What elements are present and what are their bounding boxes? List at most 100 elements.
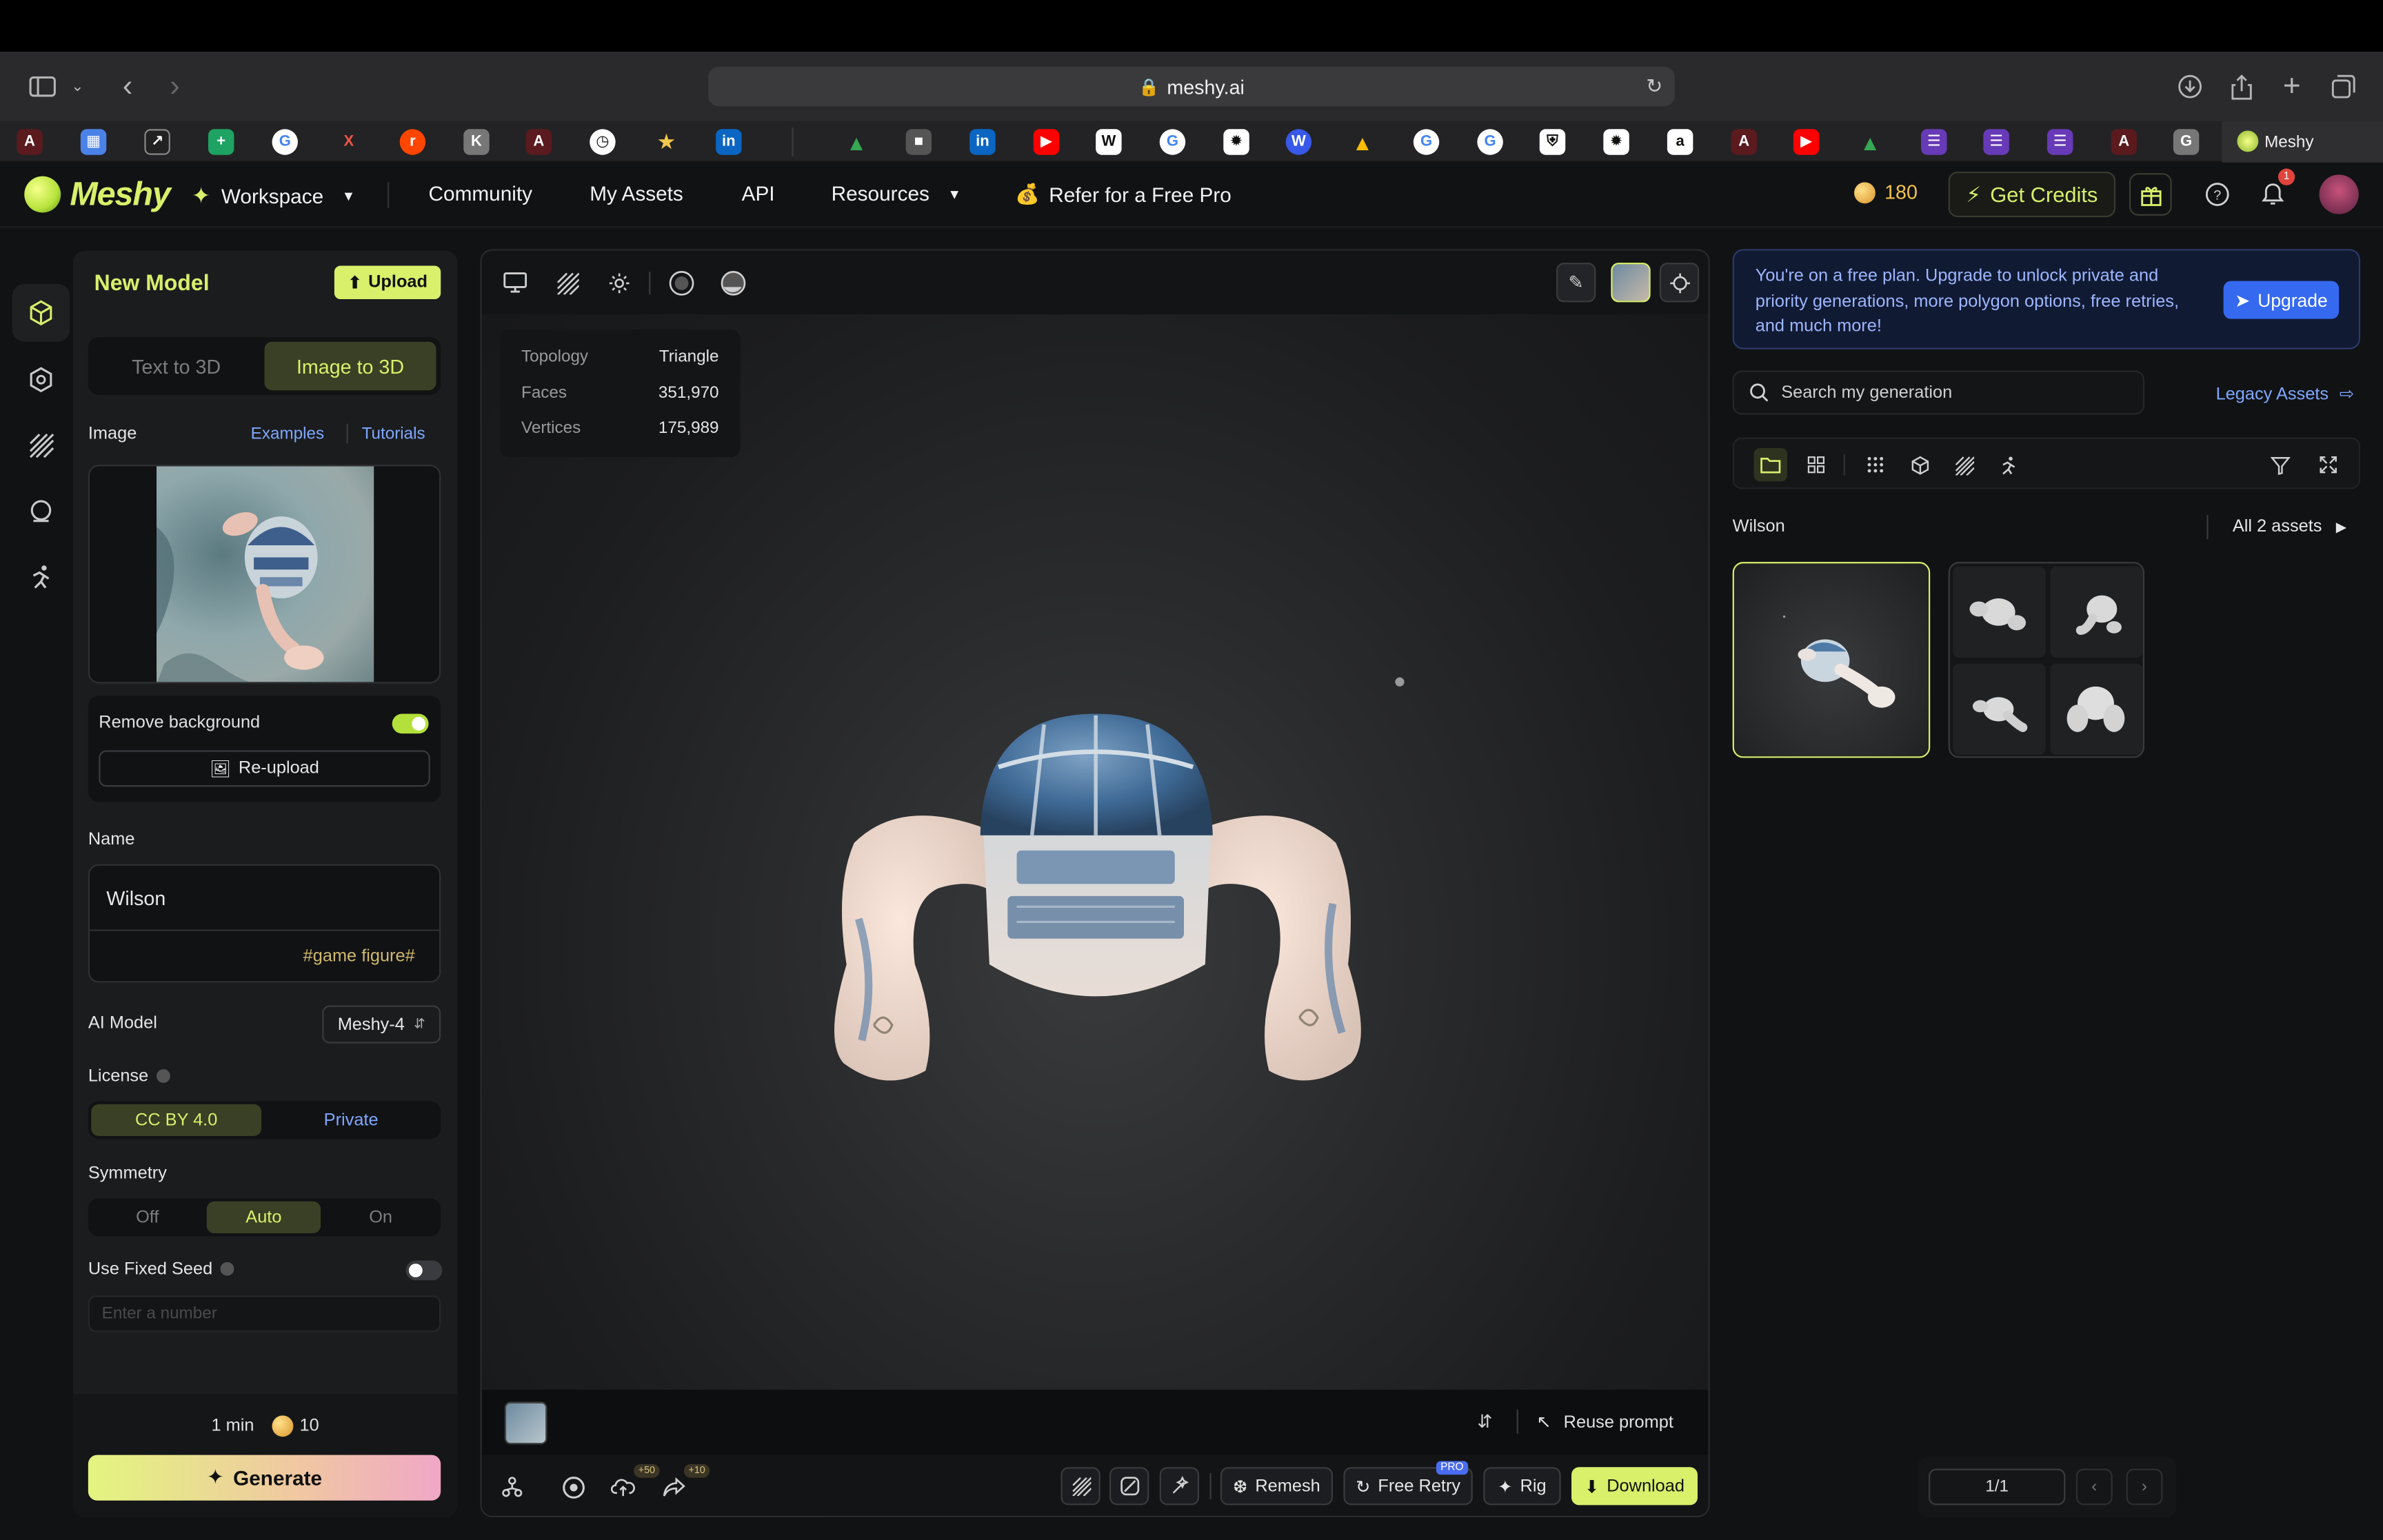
dots-grid-icon[interactable] (1859, 448, 1892, 481)
remesh-button[interactable]: ❆ Remesh (1220, 1467, 1333, 1506)
wordpress-icon[interactable]: W (1285, 129, 1312, 155)
nav-api[interactable]: API (742, 182, 775, 205)
fixed-seed-toggle[interactable] (405, 1260, 443, 1281)
clock-icon[interactable]: ◷ (590, 129, 616, 155)
community-share-icon[interactable] (556, 1470, 590, 1503)
rail-character-icon[interactable] (12, 483, 70, 541)
youtube-icon[interactable]: ▶ (1793, 129, 1820, 155)
rail-remesh-icon[interactable] (12, 351, 70, 409)
address-bar[interactable]: 🔒 meshy.ai ↻ (708, 66, 1675, 107)
info-icon[interactable] (156, 1070, 170, 1084)
tab-overview-icon[interactable] (2326, 70, 2360, 103)
retexture-button[interactable] (1109, 1467, 1149, 1506)
reuse-prompt-button[interactable]: ↖ Reuse prompt (1536, 1411, 1673, 1432)
avatar[interactable] (2319, 174, 2359, 214)
k-icon[interactable]: K (463, 129, 490, 155)
remove-background-toggle[interactable] (392, 713, 429, 734)
ai-model-select[interactable]: Meshy-4 ⇵ (322, 1005, 441, 1044)
downloads-icon[interactable] (2173, 70, 2206, 103)
upgrade-button[interactable]: ➤ Upgrade (2223, 281, 2340, 319)
reddit-icon[interactable]: r (399, 129, 426, 155)
chatgpt-icon[interactable]: ✹ (1603, 129, 1629, 155)
all-assets-link[interactable]: All 2 assets ▶ (2233, 518, 2346, 536)
google-icon[interactable]: G (1413, 129, 1440, 155)
asset-card-variants[interactable] (1948, 562, 2144, 758)
wiki-icon[interactable]: W (1096, 129, 1122, 155)
credits-display[interactable]: 180 (1854, 181, 1918, 203)
prompt-thumbnail[interactable] (504, 1401, 547, 1445)
rig-button[interactable]: ✦ Rig (1483, 1467, 1561, 1506)
sidebar-toggle-icon[interactable] (28, 70, 58, 103)
nav-community[interactable]: Community (429, 182, 532, 205)
meshy-logo[interactable]: Meshy (24, 174, 171, 214)
chevron-down-icon[interactable]: ⌄ (67, 70, 88, 103)
rail-texture-icon[interactable] (12, 416, 70, 474)
workspace-menu[interactable]: ✦ Workspace ▼ (192, 182, 356, 210)
back-icon[interactable]: ‹ (112, 69, 143, 103)
overleaf-icon[interactable]: ↗ (144, 129, 170, 155)
animation-icon[interactable] (1991, 448, 2024, 481)
fullscreen-icon[interactable] (2311, 448, 2344, 481)
tab-image-to-3d[interactable]: Image to 3D (264, 341, 436, 391)
3d-model[interactable] (482, 251, 1710, 1390)
share-icon[interactable] (2225, 70, 2258, 103)
tamu-icon[interactable]: A (17, 129, 43, 155)
bell-icon[interactable]: 1 (2251, 168, 2295, 216)
asset-card-selected[interactable] (1732, 562, 1931, 758)
nav-my-assets[interactable]: My Assets (590, 182, 683, 205)
texture-icon[interactable] (1947, 448, 1980, 481)
symmetry-on[interactable]: On (323, 1202, 437, 1233)
refer-link[interactable]: 💰 Refer for a Free Pro (1015, 182, 1231, 206)
x-icon[interactable]: X (336, 129, 361, 154)
search-input[interactable]: Search my generation (1732, 370, 2144, 415)
drive-icon[interactable]: ▲ (1857, 129, 1882, 154)
docs-icon[interactable]: ▦ (80, 129, 107, 155)
filter-clear-icon[interactable] (2263, 448, 2296, 481)
rail-model-icon[interactable] (12, 283, 70, 342)
youtube-icon[interactable]: ▶ (1033, 129, 1060, 155)
rail-animate-icon[interactable] (12, 548, 70, 606)
get-credits-button[interactable]: ⚡ Get Credits (1948, 171, 2116, 218)
info-icon[interactable] (220, 1262, 234, 1277)
forms-icon[interactable]: ☰ (1983, 129, 2009, 155)
tab-text-to-3d[interactable]: Text to 3D (92, 342, 259, 391)
new-tab-icon[interactable]: + (2275, 69, 2309, 103)
free-retry-button[interactable]: ↻ Free Retry PRO (1343, 1461, 1473, 1506)
gift-icon[interactable] (2129, 173, 2172, 216)
g-icon[interactable]: G (2173, 129, 2200, 155)
generate-button[interactable]: ✦ Generate (88, 1455, 441, 1501)
download-button[interactable]: ⬇ Download (1571, 1467, 1698, 1506)
linkedin-icon[interactable]: in (969, 129, 996, 155)
google-icon[interactable]: G (1159, 129, 1186, 155)
nav-resources[interactable]: Resources ▼ (832, 182, 961, 205)
star-icon[interactable]: ★ (654, 129, 679, 154)
seed-input[interactable]: Enter a number (88, 1295, 441, 1333)
reupload-button[interactable]: 🖼 Re-upload (99, 750, 430, 787)
forward-icon[interactable]: › (159, 69, 190, 103)
tamu-icon[interactable]: A (525, 129, 552, 155)
sheets-icon[interactable]: + (208, 129, 234, 155)
model-viewer[interactable]: ✎ Topology Triangle Faces 351,970 Vertic… (480, 249, 1710, 1517)
forms-icon[interactable]: ☰ (1920, 129, 1947, 155)
grid-icon[interactable] (1800, 448, 1833, 481)
magic-edit-button[interactable] (1159, 1467, 1200, 1506)
prev-page-icon[interactable]: ‹ (2075, 1468, 2113, 1506)
active-tab[interactable]: Meshy (2222, 121, 2383, 163)
forms-icon[interactable]: ☰ (2047, 129, 2073, 155)
tutorials-link[interactable]: Tutorials (362, 425, 425, 443)
symmetry-auto[interactable]: Auto (206, 1201, 321, 1233)
help-icon[interactable]: ? (2196, 173, 2239, 216)
google-icon[interactable]: G (1477, 129, 1503, 155)
license-private[interactable]: Private (265, 1104, 438, 1136)
cube-icon[interactable] (1903, 448, 1936, 481)
tamu-icon[interactable]: A (2111, 129, 2137, 155)
symmetry-off[interactable]: Off (91, 1202, 203, 1233)
upload-button[interactable]: ⬆ Upload (334, 265, 441, 300)
amazon-icon[interactable]: a (1667, 129, 1693, 155)
tree-icon[interactable] (496, 1470, 529, 1503)
uploaded-image-area[interactable] (88, 465, 441, 684)
drive-icon[interactable]: ▲ (1349, 129, 1375, 154)
texture-button[interactable] (1060, 1467, 1100, 1506)
google-icon[interactable]: G (272, 129, 299, 155)
expand-icon[interactable]: ⇵ (1477, 1411, 1492, 1432)
